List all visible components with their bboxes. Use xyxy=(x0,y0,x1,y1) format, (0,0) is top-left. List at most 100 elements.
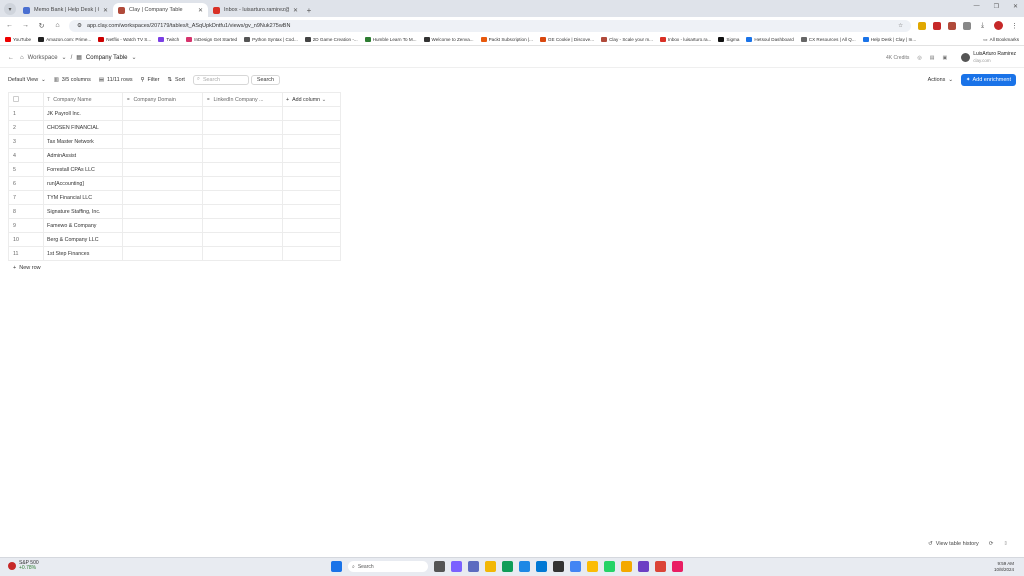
table-row[interactable]: 10 Berg & Company LLC xyxy=(8,232,341,247)
bookmark[interactable]: GE Cookie | Discove... xyxy=(539,37,594,42)
cell-linkedin[interactable] xyxy=(202,246,283,261)
bookmark[interactable]: Clay - Scale your m... xyxy=(601,37,653,42)
table-row[interactable]: 1 JK Payroll Inc. xyxy=(8,106,341,121)
minimize-icon[interactable]: — xyxy=(974,3,980,10)
cell-linkedin[interactable] xyxy=(202,218,283,233)
browser-tab[interactable]: Memo Bank | Help Desk | Clay ✕ xyxy=(18,3,113,17)
actions-button[interactable]: Actions ⌄ xyxy=(928,77,953,83)
bookmark[interactable]: Python Syntax | Cod... xyxy=(244,37,298,42)
bookmark[interactable]: Netflix - Watch TV S... xyxy=(98,37,151,42)
taskbar-search[interactable]: ⌕ Search xyxy=(348,561,428,572)
visual-studio-icon[interactable] xyxy=(638,561,649,572)
search-input[interactable]: ⌕ Search xyxy=(192,74,249,85)
teams-icon[interactable] xyxy=(468,561,479,572)
add-column-button[interactable]: + Add column ⌄ xyxy=(282,92,341,107)
all-bookmarks[interactable]: ▭ All Bookmarks xyxy=(983,37,1019,43)
help-icon[interactable]: ◎ xyxy=(917,55,921,61)
bookmark[interactable]: YouTube xyxy=(5,37,31,42)
task-view-icon[interactable] xyxy=(434,561,445,572)
cell-company-domain[interactable] xyxy=(122,246,203,261)
cell-linkedin[interactable] xyxy=(202,120,283,135)
cell-company-name[interactable]: run[Accounting] xyxy=(43,176,123,191)
bookmark[interactable]: InDesign Get Started xyxy=(186,37,237,42)
store-icon[interactable] xyxy=(519,561,530,572)
column-header-linkedin[interactable]: ⚭ LinkedIn Company ... xyxy=(202,92,283,107)
restore-icon[interactable]: ❐ xyxy=(994,3,999,10)
file-explorer-icon[interactable] xyxy=(485,561,496,572)
cell-company-name[interactable]: TYM Financial LLC xyxy=(43,190,123,205)
cell-linkedin[interactable] xyxy=(202,162,283,177)
credits-badge[interactable]: 4K Credits xyxy=(886,55,909,61)
mail-icon[interactable] xyxy=(536,561,547,572)
table-row[interactable]: 8 Signature Staffing, Inc. xyxy=(8,204,341,219)
add-enrichment-button[interactable]: ✦ Add enrichment xyxy=(960,73,1016,86)
cell-company-name[interactable]: CHOSEN FINANCIAL xyxy=(43,120,123,135)
column-header-company-domain[interactable]: ⚭ Company Domain xyxy=(122,92,203,107)
cell-company-name[interactable]: JK Payroll Inc. xyxy=(43,106,123,121)
forward-icon[interactable]: → xyxy=(21,22,30,29)
profile-avatar[interactable] xyxy=(994,21,1003,30)
cell-company-name[interactable]: Signature Staffing, Inc. xyxy=(43,204,123,219)
tab-search-icon[interactable]: ▾ xyxy=(4,3,16,15)
extension-icon[interactable] xyxy=(918,21,926,30)
chrome-icon[interactable] xyxy=(655,561,666,572)
view-table-history-button[interactable]: ↺ View table history xyxy=(928,541,979,547)
cell-company-domain[interactable] xyxy=(122,162,203,177)
tab-close-icon[interactable]: ✕ xyxy=(198,7,203,14)
bookmark[interactable]: 2D Game Creation -... xyxy=(304,37,358,42)
new-tab-icon[interactable]: + xyxy=(303,3,315,17)
cell-linkedin[interactable] xyxy=(202,134,283,149)
sort-button[interactable]: ⇅ Sort xyxy=(167,77,184,83)
chevron-down-icon[interactable]: ⌄ xyxy=(62,54,67,61)
bookmark[interactable]: CX Resources | All Q... xyxy=(800,37,856,42)
edge-icon[interactable] xyxy=(502,561,513,572)
cell-company-name[interactable]: Famewo & Company xyxy=(43,218,123,233)
table-row[interactable]: 11 1st Step Finances xyxy=(8,246,341,261)
cell-company-domain[interactable] xyxy=(122,190,203,205)
refresh-icon[interactable]: ⟳ xyxy=(989,541,994,547)
download-icon[interactable]: ⤓ xyxy=(978,22,987,30)
table-row[interactable]: 6 run[Accounting] xyxy=(8,176,341,191)
cell-company-name[interactable]: 1st Step Finances xyxy=(43,246,123,261)
column-header-company-name[interactable]: T Company Name xyxy=(43,92,123,107)
view-selector[interactable]: Default View ⌄ xyxy=(8,77,46,83)
expand-icon[interactable]: ⇕ xyxy=(1003,541,1008,547)
cell-company-name[interactable]: AdminAssist xyxy=(43,148,123,163)
cell-company-name[interactable]: Forrestall CPAs LLC xyxy=(43,162,123,177)
new-row-button[interactable]: + New row xyxy=(13,265,41,271)
cell-company-name[interactable]: Berg & Company LLC xyxy=(43,232,123,247)
bookmark[interactable]: Hetsoul Dashboard xyxy=(746,37,794,42)
bookmark[interactable]: Help Desk | Clay | In... xyxy=(862,37,916,42)
cell-linkedin[interactable] xyxy=(202,190,283,205)
table-row[interactable]: 2 CHOSEN FINANCIAL xyxy=(8,120,341,135)
table-row[interactable]: 5 Forrestall CPAs LLC xyxy=(8,162,341,177)
cell-company-domain[interactable] xyxy=(122,176,203,191)
columns-button[interactable]: ▥ 3/5 columns xyxy=(54,77,91,83)
breadcrumb-workspace[interactable]: Workspace xyxy=(28,55,58,61)
browser-tab-active[interactable]: Clay | Company Table ✕ xyxy=(113,3,208,17)
extensions-puzzle-icon[interactable] xyxy=(963,21,971,30)
cell-company-domain[interactable] xyxy=(122,148,203,163)
tab-close-icon[interactable]: ✕ xyxy=(103,7,108,14)
dropbox-icon[interactable] xyxy=(553,561,564,572)
cell-linkedin[interactable] xyxy=(202,148,283,163)
cell-linkedin[interactable] xyxy=(202,204,283,219)
app-icon[interactable] xyxy=(570,561,581,572)
site-info-icon[interactable]: ⚙ xyxy=(77,23,82,29)
back-arrow-icon[interactable]: ← xyxy=(8,55,14,61)
cell-company-domain[interactable] xyxy=(122,106,203,121)
cell-company-name[interactable]: Tax Master Network xyxy=(43,134,123,149)
app-icon[interactable] xyxy=(621,561,632,572)
url-field[interactable]: ⚙ app.clay.com/workspaces/207179/tables/… xyxy=(69,19,911,32)
chevron-down-icon[interactable]: ⌄ xyxy=(132,54,137,61)
copilot-icon[interactable] xyxy=(451,561,462,572)
whatsapp-icon[interactable] xyxy=(604,561,615,572)
system-clock[interactable]: 9:59 AM 10/8/2024 xyxy=(994,561,1014,573)
cell-company-domain[interactable] xyxy=(122,204,203,219)
select-all-checkbox[interactable] xyxy=(8,92,44,107)
cell-company-domain[interactable] xyxy=(122,218,203,233)
notification-icon[interactable]: ▣ xyxy=(942,55,947,61)
cell-company-domain[interactable] xyxy=(122,232,203,247)
table-row[interactable]: 9 Famewo & Company xyxy=(8,218,341,233)
cell-linkedin[interactable] xyxy=(202,232,283,247)
